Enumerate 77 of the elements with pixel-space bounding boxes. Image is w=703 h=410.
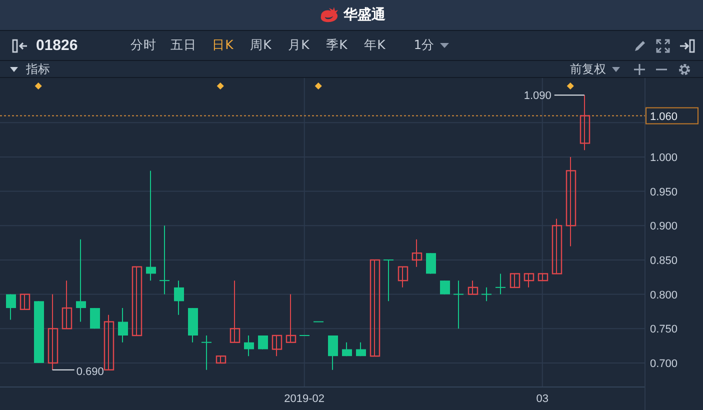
high-price-label: 1.090 [524, 90, 552, 102]
stock-symbol: 01826 [36, 37, 78, 54]
event-diamond-icon[interactable] [314, 82, 322, 90]
candlestick [188, 308, 198, 343]
current-price-box [646, 107, 698, 124]
candlestick [440, 280, 450, 295]
caret-icon [440, 42, 449, 48]
event-diamond-icon[interactable] [216, 82, 224, 90]
candlestick [342, 342, 352, 357]
period-tab[interactable]: 周K [242, 37, 280, 54]
fullscreen-icon[interactable] [656, 38, 670, 52]
candlestick [356, 342, 366, 357]
candlestick [580, 94, 590, 151]
candlestick [552, 218, 562, 274]
price-axis-label: 0.950 [650, 186, 678, 198]
candlestick [201, 335, 212, 370]
event-diamond-icon[interactable] [34, 82, 42, 90]
period-tab[interactable]: 年K [356, 37, 394, 54]
candlestick [244, 335, 254, 357]
price-axis-label: 0.750 [650, 324, 678, 336]
candlestick [313, 321, 324, 322]
candlestick [495, 273, 506, 295]
leader-line [554, 94, 585, 96]
adjustment-dropdown[interactable]: 前复权 [570, 60, 620, 78]
candlestick [481, 286, 492, 302]
candlestick [538, 273, 548, 282]
candlestick [104, 314, 114, 370]
interval-dropdown[interactable]: 1分 [414, 37, 449, 54]
candlestick [159, 225, 170, 295]
candlestick [468, 280, 478, 295]
period-tab[interactable]: 季K [318, 37, 356, 54]
candlestick [20, 294, 30, 310]
indicator-label[interactable]: 指标 [26, 60, 50, 78]
current-price-label: 1.060 [650, 110, 678, 123]
candlestick [90, 308, 100, 330]
candlestick [510, 273, 520, 288]
sidebar-toggle-icon[interactable] [12, 38, 28, 52]
app-title: 华盛通 [344, 6, 386, 24]
candlestick [230, 280, 240, 343]
collapse-triangle-icon[interactable] [10, 66, 18, 72]
candlestick [398, 266, 408, 288]
candlestick [383, 259, 394, 302]
leader-line [52, 369, 75, 370]
settings-icon[interactable] [678, 62, 691, 76]
low-price-label: 0.690 [76, 366, 104, 378]
pencil-icon[interactable] [633, 38, 647, 52]
price-axis-label: 0.800 [650, 289, 678, 302]
caret-icon [612, 66, 620, 72]
event-diamond-icon[interactable] [566, 82, 574, 90]
candlestick [426, 252, 436, 274]
candlestick [453, 280, 464, 330]
candlestick [272, 334, 282, 357]
period-tab[interactable]: 日K [204, 37, 242, 54]
candlestick [286, 294, 296, 343]
price-axis-label: 0.700 [650, 358, 678, 370]
candlestick [34, 300, 44, 364]
candlestick [524, 273, 534, 288]
price-axis-label: 0.900 [650, 220, 678, 233]
period-tab[interactable]: 分时 [124, 37, 164, 54]
date-axis-label: 03 [536, 393, 548, 405]
candlestick [328, 335, 338, 370]
candlestick [118, 308, 128, 343]
plus-icon[interactable] [634, 64, 645, 74]
candlestick [132, 266, 142, 336]
candlestick [412, 238, 422, 268]
price-axis-label: 1.000 [650, 152, 678, 164]
candlestick [216, 356, 226, 364]
period-tab[interactable]: 月K [280, 37, 318, 54]
exit-icon[interactable] [679, 38, 695, 52]
candlestick [258, 335, 268, 350]
date-axis-label: 2019-02 [284, 393, 325, 405]
candlestick [174, 280, 184, 316]
period-tab[interactable]: 五日 [164, 37, 204, 54]
candlestick [62, 280, 72, 330]
candlestick [6, 294, 16, 320]
candlestick [299, 335, 310, 336]
price-axis-label: 0.850 [650, 254, 678, 267]
